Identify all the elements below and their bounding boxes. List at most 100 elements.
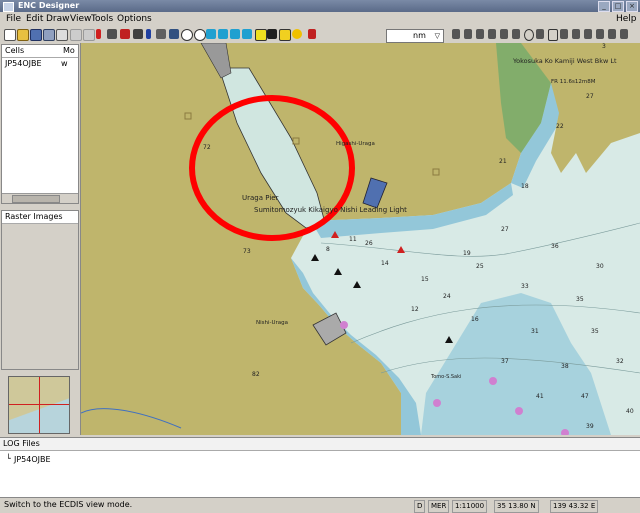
buoy-icon[interactable] xyxy=(156,29,166,39)
symbol-tool-icon[interactable] xyxy=(536,29,544,39)
depth-sounding: 24 xyxy=(443,293,451,300)
cross-tool-icon[interactable] xyxy=(452,29,460,39)
depth-sounding: 47 xyxy=(581,393,589,400)
depth-sounding: 3 xyxy=(602,43,606,50)
status-bar: Switch to the ECDIS view mode. D MER 1:1… xyxy=(0,497,640,513)
depth-sounding: 35 xyxy=(591,328,599,335)
depth-sounding: 82 xyxy=(252,371,260,378)
cell-mode[interactable]: w xyxy=(61,59,68,68)
pan-up-icon[interactable] xyxy=(230,29,240,39)
depth-sounding: 37 xyxy=(501,358,509,365)
menu-file[interactable]: File xyxy=(6,13,21,25)
info-icon[interactable] xyxy=(292,29,302,39)
cells-column-header[interactable]: Cells xyxy=(5,46,24,55)
highlight-icon[interactable] xyxy=(279,29,291,41)
menu-draw[interactable]: Draw xyxy=(46,13,70,25)
left-panel: Cells Mo JP54OJBE w Raster Images xyxy=(0,43,81,435)
mode-column-header[interactable]: Mo xyxy=(63,46,75,55)
status-projection: MER xyxy=(428,500,450,513)
marker-red-icon[interactable] xyxy=(96,29,101,39)
cells-list[interactable]: Cells Mo JP54OJBE w xyxy=(1,44,79,204)
menu-view[interactable]: View xyxy=(70,13,91,25)
marker-blue-icon[interactable] xyxy=(146,29,151,39)
depth-sounding: 15 xyxy=(421,276,429,283)
open-folder-icon[interactable] xyxy=(17,29,29,41)
title-bar: ENC Designer _ □ × xyxy=(0,0,640,12)
label-fr-light: FR 11.6s12m8M xyxy=(551,79,596,85)
depth-sounding: 26 xyxy=(365,240,373,247)
pan-down-icon[interactable] xyxy=(242,29,252,39)
magenta-mooring-symbol xyxy=(515,407,523,415)
arrow-pointer-icon[interactable] xyxy=(308,29,316,39)
menu-tools[interactable]: Tools xyxy=(91,13,113,25)
magenta-mooring-symbol xyxy=(433,399,441,407)
scrollbar-thumb[interactable] xyxy=(12,195,60,203)
depth-sounding: 18 xyxy=(521,183,529,190)
measure-icon[interactable] xyxy=(464,29,472,39)
paste-icon[interactable] xyxy=(83,29,95,41)
split-tool-icon[interactable] xyxy=(596,29,604,39)
depth-sounding: 14 xyxy=(381,260,389,267)
overview-crosshair-v xyxy=(39,377,40,433)
circle-tool-icon[interactable] xyxy=(524,29,534,41)
depth-sounding: 27 xyxy=(586,93,594,100)
zoom-out-icon[interactable] xyxy=(194,29,206,41)
new-file-icon[interactable] xyxy=(4,29,16,41)
save-icon[interactable] xyxy=(30,29,42,41)
depth-sounding: 27 xyxy=(501,226,509,233)
cell-name[interactable]: JP54OJBE xyxy=(5,59,42,68)
menu-bar: File Edit Draw View Tools Options Help xyxy=(0,12,640,26)
raster-images-panel[interactable]: Raster Images xyxy=(1,210,79,370)
east-pier xyxy=(362,177,388,209)
zoom-icon[interactable] xyxy=(169,29,179,39)
uraga-channel xyxy=(218,67,326,229)
units-select[interactable]: nm ▽ xyxy=(386,29,444,43)
pan-right-icon[interactable] xyxy=(218,29,228,39)
nautical-chart[interactable]: Yokosuka Ko Kamiji West Bkw Lt FR 11.6s1… xyxy=(81,43,640,435)
raster-header: Raster Images xyxy=(2,211,78,224)
overview-map[interactable] xyxy=(8,376,70,434)
move-tool-icon[interactable] xyxy=(572,29,580,39)
cells-scrollbar[interactable] xyxy=(2,193,78,203)
depth-sounding: 35 xyxy=(576,296,584,303)
status-scale: 1:11000 xyxy=(452,500,488,513)
save-all-icon[interactable] xyxy=(43,29,55,41)
depth-sounding: 21 xyxy=(499,158,507,165)
pan-left-icon[interactable] xyxy=(206,29,216,39)
chart-view[interactable]: Yokosuka Ko Kamiji West Bkw Lt FR 11.6s1… xyxy=(81,43,640,435)
copy-icon[interactable] xyxy=(70,29,82,41)
depth-sounding: 33 xyxy=(521,283,529,290)
print-icon[interactable] xyxy=(56,29,68,41)
depth-sounding: 19 xyxy=(463,250,471,257)
tools-icon[interactable] xyxy=(133,29,143,39)
zoom-in-icon[interactable] xyxy=(181,29,193,41)
polygon-tool-icon[interactable] xyxy=(512,29,520,39)
minimize-button[interactable]: _ xyxy=(598,1,610,12)
monitor-icon[interactable] xyxy=(267,29,277,39)
depth-sounding: 12 xyxy=(411,306,419,313)
menu-options[interactable]: Options xyxy=(117,13,152,25)
node-icon[interactable] xyxy=(476,29,484,39)
edge-tool-icon[interactable] xyxy=(500,29,508,39)
delete-tool-icon[interactable] xyxy=(620,29,628,39)
close-button[interactable]: × xyxy=(626,1,638,12)
rotate-tool-icon[interactable] xyxy=(584,29,592,39)
anchor-icon[interactable] xyxy=(107,29,117,39)
status-latitude: 35 13.80 N xyxy=(494,500,539,513)
label-tomo: Tomo-S.Saki xyxy=(430,374,461,380)
merge-tool-icon[interactable] xyxy=(608,29,616,39)
menu-help[interactable]: Help xyxy=(616,13,637,25)
magenta-mooring-symbol xyxy=(489,377,497,385)
menu-edit[interactable]: Edit xyxy=(26,13,43,25)
light-icon[interactable] xyxy=(120,29,130,39)
line-tool-icon[interactable] xyxy=(488,29,496,39)
log-files-panel[interactable]: LOG Files └ JP54OJBE xyxy=(0,437,640,498)
depth-sounding: 16 xyxy=(471,316,479,323)
log-file-item[interactable]: JP54OJBE xyxy=(14,455,51,464)
depth-sounding: 39 xyxy=(586,423,594,430)
rectangle-tool-icon[interactable] xyxy=(548,29,558,41)
ecdis-view-icon[interactable] xyxy=(255,29,267,41)
depth-sounding: 22 xyxy=(556,123,564,130)
maximize-button[interactable]: □ xyxy=(612,1,624,12)
select-tool-icon[interactable] xyxy=(560,29,568,39)
